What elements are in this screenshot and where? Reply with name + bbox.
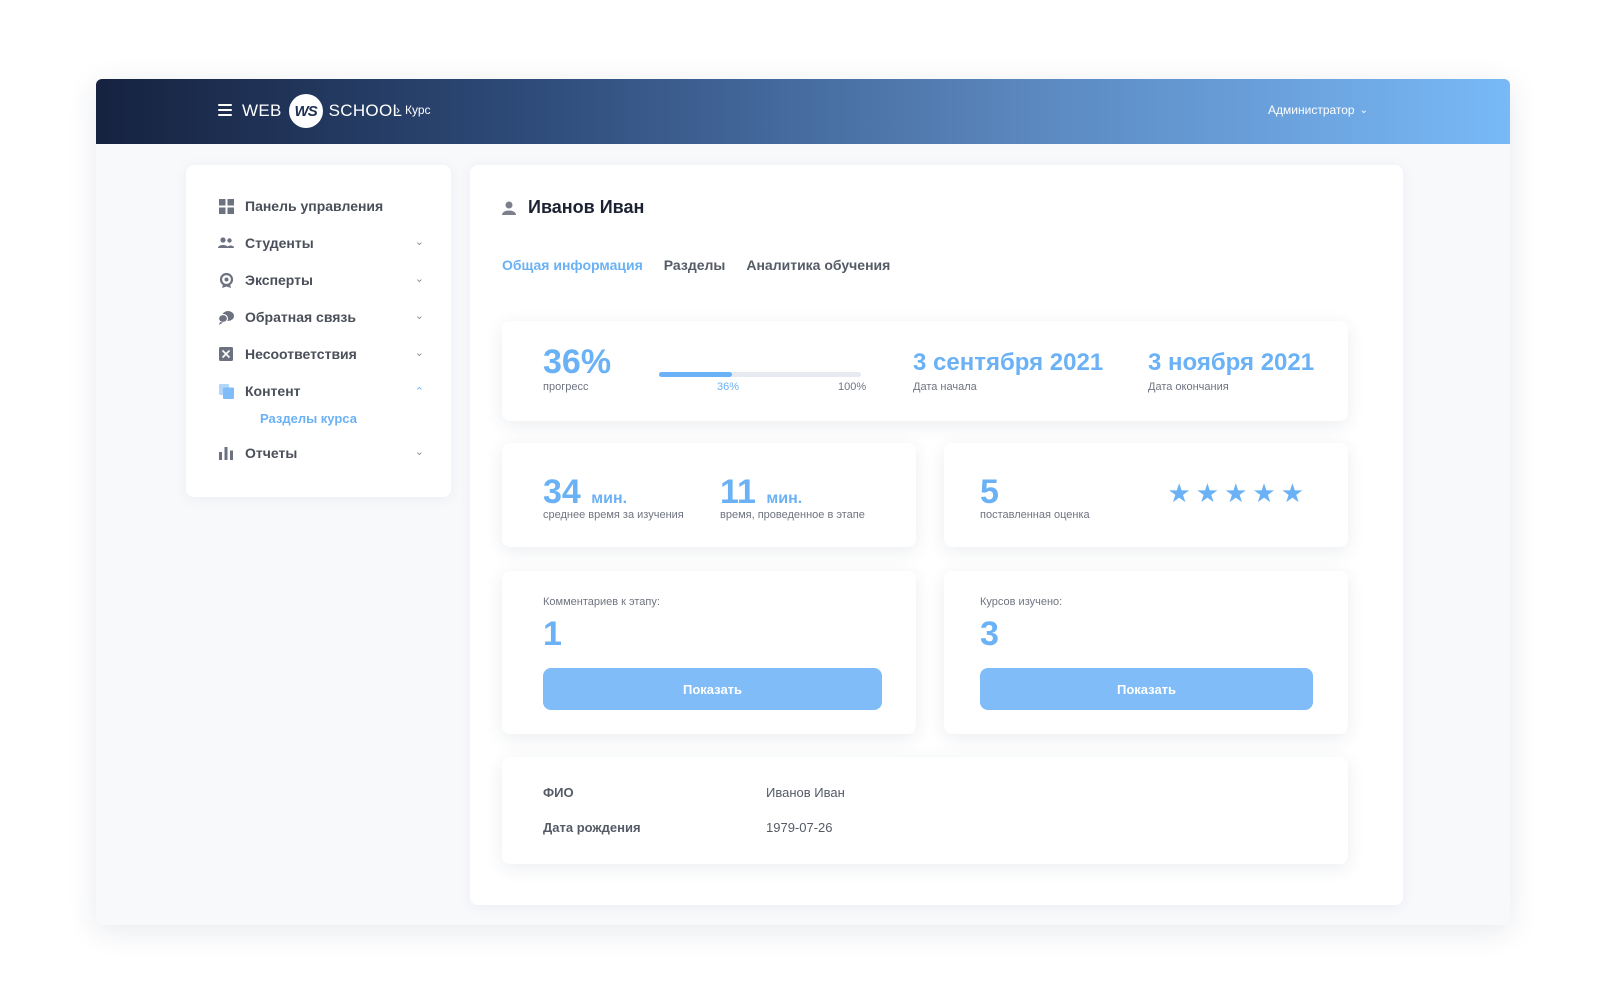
star-icon: ★ <box>1167 478 1191 508</box>
user-menu[interactable]: Администратор ⌄ <box>1268 103 1368 117</box>
avg-time-value: 34 <box>543 473 581 511</box>
top-bar: WEB WS SCHOOL › Курс Администратор ⌄ <box>96 79 1510 144</box>
breadcrumb-separator-icon: › <box>396 103 400 117</box>
fio-label: ФИО <box>543 785 574 800</box>
comments-card: Комментариев к этапу: 1 Показать <box>502 571 916 734</box>
rating-label: поставленная оценка <box>980 509 1090 521</box>
users-icon <box>218 235 234 251</box>
stage-time-block: 11 мин. <box>720 473 802 512</box>
end-date-label: Дата окончания <box>1148 381 1229 393</box>
breadcrumb-current[interactable]: Курс <box>405 103 431 117</box>
x-box-icon <box>218 346 234 362</box>
avg-time-unit: мин. <box>591 490 628 507</box>
sidebar-item-experts[interactable]: Эксперты ⌄ <box>218 270 424 290</box>
chevron-down-icon[interactable]: ⌄ <box>415 235 424 248</box>
comments-value: 1 <box>543 615 562 653</box>
progress-bar <box>659 372 861 377</box>
comments-label: Комментариев к этапу: <box>543 596 660 608</box>
logo[interactable]: WEB WS SCHOOL <box>242 93 402 129</box>
sidebar-item-label: Обратная связь <box>245 309 356 325</box>
breadcrumb: › Курс <box>396 103 431 117</box>
stage-time-unit: мин. <box>766 490 803 507</box>
courses-label: Курсов изучено: <box>980 596 1063 608</box>
progress-bar-value: 36% <box>717 381 740 393</box>
progress-card: 36% прогресс 36% 100% 3 сентября 2021 Да… <box>502 321 1348 421</box>
start-date-label: Дата начала <box>913 381 977 393</box>
show-comments-button[interactable]: Показать <box>543 668 882 710</box>
logo-mark: WS <box>288 94 323 128</box>
chevron-down-icon[interactable]: ⌄ <box>415 445 424 458</box>
star-icon: ★ <box>1252 478 1276 508</box>
courses-value: 3 <box>980 615 999 653</box>
sidebar-item-discrepancies[interactable]: Несоответствия ⌄ <box>218 344 424 364</box>
logo-text-right: SCHOOL <box>328 101 403 120</box>
time-card: 34 мин. среднее время за изучения 11 мин… <box>502 443 916 547</box>
sidebar-item-label: Несоответствия <box>245 346 357 362</box>
star-icon: ★ <box>1195 478 1220 508</box>
tab-bar: Общая информация Разделы Аналитика обуче… <box>502 257 890 273</box>
birthdate-value: 1979-07-26 <box>766 820 833 835</box>
chevron-down-icon[interactable]: ⌄ <box>415 346 424 359</box>
user-icon <box>502 201 516 215</box>
progress-bar-max: 100% <box>838 381 867 393</box>
chevron-up-icon[interactable]: ⌃ <box>415 385 424 398</box>
sidebar-item-label: Панель управления <box>245 198 384 214</box>
content-icon <box>218 383 234 399</box>
personal-info-card: ФИО Иванов Иван Дата рождения 1979-07-26 <box>502 757 1348 864</box>
logo-text-left: WEB <box>242 101 282 120</box>
sidebar-item-feedback[interactable]: Обратная связь ⌄ <box>218 307 424 327</box>
rating-card: 5 поставленная оценка ★ ★ ★ ★ ★ <box>944 443 1348 547</box>
sidebar: Панель управления Студенты ⌄ Эксперты ⌄ … <box>186 165 451 497</box>
fio-value: Иванов Иван <box>766 785 845 800</box>
birthdate-label: Дата рождения <box>543 820 641 835</box>
star-icon: ★ <box>1280 478 1304 508</box>
progress-value: 36% <box>543 343 612 381</box>
app-window: WEB WS SCHOOL › Курс Администратор ⌄ Пан… <box>96 79 1510 925</box>
sidebar-item-reports[interactable]: Отчеты ⌄ <box>218 443 424 463</box>
start-date-value: 3 сентября 2021 <box>913 349 1104 376</box>
sidebar-item-label: Отчеты <box>245 445 298 461</box>
star-icon: ★ <box>1224 478 1248 508</box>
rating-value: 5 <box>980 473 999 511</box>
show-courses-button[interactable]: Показать <box>980 668 1313 710</box>
courses-card: Курсов изучено: 3 Показать <box>944 571 1348 734</box>
chat-icon <box>218 309 234 325</box>
stage-time-value: 11 <box>720 473 756 511</box>
end-date-value: 3 ноября 2021 <box>1148 349 1315 376</box>
sidebar-item-students[interactable]: Студенты ⌄ <box>218 233 424 253</box>
sidebar-item-label: Эксперты <box>245 272 313 288</box>
progress-label: прогресс <box>543 381 589 393</box>
tab-sections[interactable]: Разделы <box>664 257 726 273</box>
person-header: Иванов Иван <box>502 197 644 218</box>
dashboard-icon <box>218 198 234 214</box>
progress-bar-fill <box>659 372 732 377</box>
sidebar-item-label: Контент <box>245 383 301 399</box>
tab-learning-analytics[interactable]: Аналитика обучения <box>746 257 890 273</box>
sidebar-item-label: Студенты <box>245 235 314 251</box>
chevron-down-icon: ⌄ <box>1359 104 1368 116</box>
rating-stars: ★ ★ ★ ★ ★ <box>1167 479 1304 507</box>
chevron-down-icon[interactable]: ⌄ <box>415 309 424 322</box>
menu-icon[interactable] <box>218 104 232 116</box>
person-name: Иванов Иван <box>528 197 645 217</box>
sidebar-subitem-course-sections[interactable]: Разделы курса <box>260 411 357 426</box>
stage-time-label: время, проведенное в этапе <box>720 509 865 521</box>
main-panel: Иванов Иван Общая информация Разделы Ана… <box>470 165 1403 905</box>
avg-time-block: 34 мин. <box>543 473 627 512</box>
sidebar-item-content[interactable]: Контент ⌃ <box>218 381 424 401</box>
avg-time-label: среднее время за изучения <box>543 509 684 521</box>
expert-icon <box>218 272 234 288</box>
user-name: Администратор <box>1268 103 1355 117</box>
sidebar-item-dashboard[interactable]: Панель управления <box>218 196 424 216</box>
tab-general-info[interactable]: Общая информация <box>502 257 643 273</box>
chevron-down-icon[interactable]: ⌄ <box>415 272 424 285</box>
bar-chart-icon <box>218 445 234 461</box>
